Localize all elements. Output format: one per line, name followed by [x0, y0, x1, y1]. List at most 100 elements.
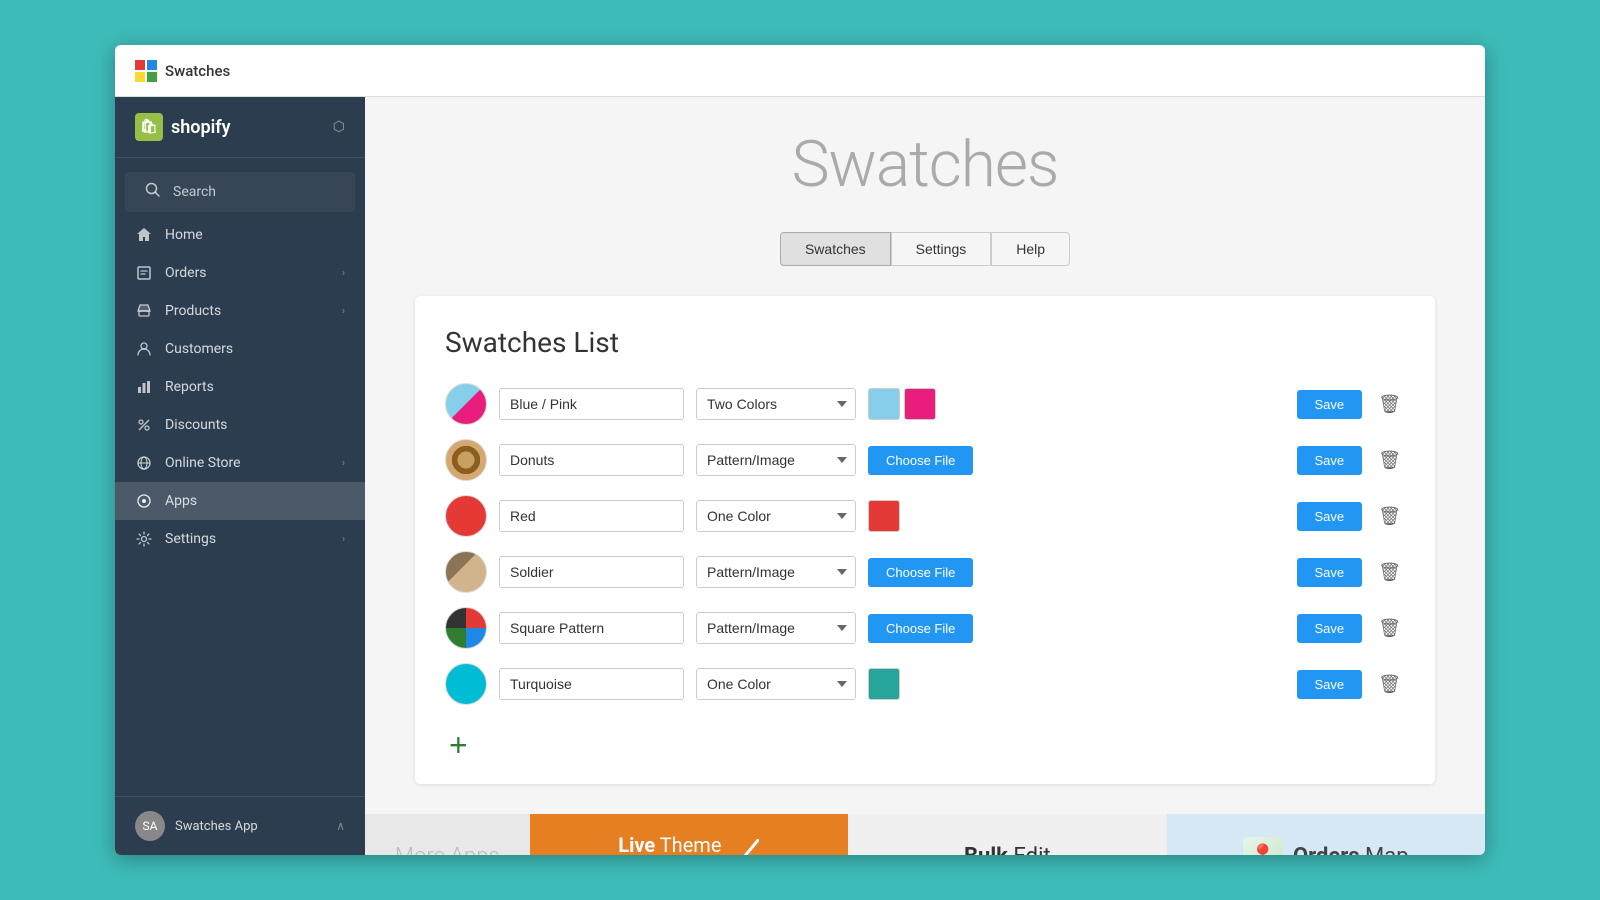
- discounts-icon: [135, 416, 153, 434]
- swatches-app-icon: [135, 60, 157, 82]
- card-title: Swatches List: [445, 326, 1405, 359]
- swatch-name-input-5[interactable]: [499, 612, 684, 644]
- sidebar-item-settings[interactable]: Settings ›: [115, 520, 365, 558]
- swatch-name-input-4[interactable]: [499, 556, 684, 588]
- apps-icon: [135, 492, 153, 510]
- delete-button-6[interactable]: 🗑: [1374, 670, 1405, 699]
- sidebar-footer[interactable]: SA Swatches App ∧: [115, 796, 365, 855]
- save-button-5[interactable]: Save: [1297, 614, 1363, 643]
- swatch-preview-4: [445, 551, 487, 593]
- apps-label: Apps: [165, 493, 197, 509]
- products-label: Products: [165, 303, 221, 319]
- search-icon: [145, 182, 161, 202]
- banner-card-live-theme[interactable]: Live ThemeEditor: [530, 814, 848, 855]
- sidebar-item-search[interactable]: Search: [125, 172, 355, 212]
- discounts-label: Discounts: [165, 417, 227, 433]
- customers-icon: [135, 340, 153, 358]
- table-row: One Color Two Colors Pattern/Image Choos…: [445, 551, 1405, 593]
- home-label: Home: [165, 227, 203, 243]
- online-store-chevron: ›: [342, 458, 345, 469]
- swatches-card: Swatches List One Color Two Colors Patte…: [415, 296, 1435, 784]
- choose-file-button-2[interactable]: Choose File: [868, 446, 973, 475]
- delete-button-3[interactable]: 🗑: [1374, 502, 1405, 531]
- brand-name: shopify: [171, 117, 231, 138]
- online-store-icon: [135, 454, 153, 472]
- sidebar-item-products[interactable]: Products ›: [115, 292, 365, 330]
- tab-settings[interactable]: Settings: [891, 232, 992, 266]
- home-icon: [135, 226, 153, 244]
- two-colors-container-1: [868, 388, 936, 420]
- sidebar-item-customers[interactable]: Customers: [115, 330, 365, 368]
- sidebar-item-reports[interactable]: Reports: [115, 368, 365, 406]
- delete-button-4[interactable]: 🗑: [1374, 558, 1405, 587]
- banner-card-bulk-edit[interactable]: Bulk Edit: [848, 814, 1166, 855]
- tab-swatches[interactable]: Swatches: [780, 232, 891, 266]
- swatch-name-input-1[interactable]: [499, 388, 684, 420]
- swatch-name-input-2[interactable]: [499, 444, 684, 476]
- online-store-label: Online Store: [165, 455, 241, 471]
- more-apps-label: More Apps: [365, 844, 530, 855]
- color-btn-blue-1[interactable]: [868, 388, 900, 420]
- sidebar-item-online-store[interactable]: Online Store ›: [115, 444, 365, 482]
- reports-icon: [135, 378, 153, 396]
- settings-chevron: ›: [342, 534, 345, 545]
- top-bar: Swatches: [115, 45, 1485, 97]
- shopify-logo: 🛍 shopify: [135, 113, 231, 141]
- color-btn-green-6[interactable]: [868, 668, 900, 700]
- swatch-name-input-6[interactable]: [499, 668, 684, 700]
- avatar: SA: [135, 811, 165, 841]
- bulk-edit-text: Bulk Edit: [964, 844, 1051, 855]
- save-button-4[interactable]: Save: [1297, 558, 1363, 587]
- sidebar-item-orders[interactable]: Orders ›: [115, 254, 365, 292]
- page-big-title: Swatches: [405, 127, 1445, 202]
- banner-cards: Live ThemeEditor Bulk Edit 📍: [530, 814, 1485, 855]
- products-chevron: ›: [342, 306, 345, 317]
- map-icon: 📍: [1243, 837, 1283, 856]
- banner-card-orders-map[interactable]: 📍 Orders Map: [1167, 814, 1485, 855]
- color-btn-pink-1[interactable]: [904, 388, 936, 420]
- footer-app-name: Swatches App: [175, 819, 258, 834]
- choose-file-button-5[interactable]: Choose File: [868, 614, 973, 643]
- settings-label: Settings: [165, 531, 216, 547]
- swatch-type-select-6[interactable]: One Color Two Colors Pattern/Image: [696, 668, 856, 700]
- swatch-name-input-3[interactable]: [499, 500, 684, 532]
- color-btn-red-3[interactable]: [868, 500, 900, 532]
- swatch-type-select-2[interactable]: One Color Two Colors Pattern/Image: [696, 444, 856, 476]
- save-button-3[interactable]: Save: [1297, 502, 1363, 531]
- orders-chevron: ›: [342, 268, 345, 279]
- swatch-type-select-4[interactable]: One Color Two Colors Pattern/Image: [696, 556, 856, 588]
- live-theme-text: Live ThemeEditor: [618, 833, 721, 856]
- top-bar-title: Swatches: [135, 60, 230, 82]
- settings-icon: [135, 530, 153, 548]
- orders-map-text: Orders Map: [1293, 844, 1409, 855]
- delete-button-5[interactable]: 🗑: [1374, 614, 1405, 643]
- swatch-type-select-1[interactable]: One Color Two Colors Pattern/Image: [696, 388, 856, 420]
- reports-label: Reports: [165, 379, 214, 395]
- save-button-2[interactable]: Save: [1297, 446, 1363, 475]
- external-link-icon[interactable]: ⬡: [333, 119, 345, 135]
- tab-help[interactable]: Help: [991, 232, 1070, 266]
- sidebar-item-apps[interactable]: Apps: [115, 482, 365, 520]
- customers-label: Customers: [165, 341, 233, 357]
- swatch-type-select-5[interactable]: One Color Two Colors Pattern/Image: [696, 612, 856, 644]
- choose-file-button-4[interactable]: Choose File: [868, 558, 973, 587]
- swatch-type-select-3[interactable]: One Color Two Colors Pattern/Image: [696, 500, 856, 532]
- delete-button-2[interactable]: 🗑: [1374, 446, 1405, 475]
- content-area: Swatches Swatches Settings Help Swatches…: [365, 97, 1485, 855]
- save-button-1[interactable]: Save: [1297, 390, 1363, 419]
- products-icon: [135, 302, 153, 320]
- add-swatch-button[interactable]: +: [445, 727, 472, 764]
- search-label: Search: [173, 184, 216, 200]
- sidebar-item-home[interactable]: Home: [115, 216, 365, 254]
- sidebar: 🛍 shopify ⬡ Search: [115, 97, 365, 855]
- swatch-preview-2: [445, 439, 487, 481]
- shopify-bag-icon: 🛍: [135, 113, 163, 141]
- sidebar-item-discounts[interactable]: Discounts: [115, 406, 365, 444]
- delete-button-1[interactable]: 🗑: [1374, 390, 1405, 419]
- swatch-preview-5: [445, 607, 487, 649]
- swatch-preview-3: [445, 495, 487, 537]
- table-row: One Color Two Colors Pattern/Image Save …: [445, 495, 1405, 537]
- orders-label: Orders: [165, 265, 207, 281]
- save-button-6[interactable]: Save: [1297, 670, 1363, 699]
- swatch-preview-6: [445, 663, 487, 705]
